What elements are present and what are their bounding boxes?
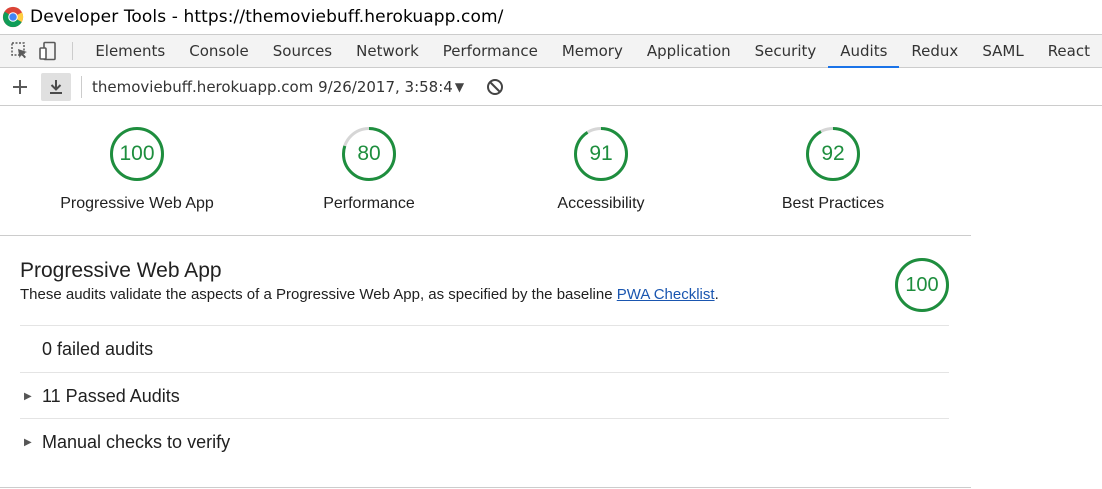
score-value: 100 (119, 142, 155, 165)
expand-triangle-icon: ▶ (24, 390, 32, 402)
window-title: Developer Tools - https://themoviebuff.h… (30, 7, 504, 27)
tab-application[interactable]: Application (635, 35, 743, 67)
tab-saml[interactable]: SAML (970, 35, 1035, 67)
inspect-cursor-icon (11, 42, 28, 59)
toolbar-divider (72, 42, 74, 60)
window-titlebar: Developer Tools - https://themoviebuff.h… (0, 0, 1102, 34)
score-label: Progressive Web App (60, 195, 214, 212)
toolbar-divider (81, 76, 82, 98)
devtools-tabstrip: Elements Console Sources Network Performance… (0, 34, 1102, 68)
audit-group-row: 0 failed audits (20, 325, 949, 372)
score-value: 92 (821, 142, 845, 165)
score-value: 91 (589, 142, 613, 165)
tab-elements[interactable]: Elements (83, 35, 177, 67)
category-title: Progressive Web App (20, 259, 222, 282)
tab-audits[interactable]: Audits (828, 35, 900, 68)
category-description-text: These audits validate the aspects of a P… (20, 286, 613, 303)
clear-reports-button[interactable] (486, 78, 504, 96)
audits-toolbar: themoviebuff.herokuapp.com 9/26/2017, 3:… (0, 69, 1102, 106)
tab-security[interactable]: Security (743, 35, 829, 67)
tab-list: Elements Console Sources Network Performance… (83, 35, 1102, 68)
category-progressive-web-app: Progressive Web App These audits validat… (0, 236, 971, 488)
inspect-element-button[interactable] (6, 35, 34, 67)
score-performance[interactable]: 80 Performance (253, 126, 485, 213)
new-audit-button[interactable] (5, 73, 35, 101)
audit-group-label: 0 failed audits (42, 338, 154, 359)
category-description-end: . (714, 286, 719, 303)
tab-console[interactable]: Console (177, 35, 261, 67)
tab-react[interactable]: React (1036, 35, 1102, 67)
download-icon (50, 80, 62, 94)
block-icon (487, 79, 504, 95)
tab-sources[interactable]: Sources (261, 35, 344, 67)
audit-group-label: Manual checks to verify (42, 431, 231, 452)
download-report-button[interactable] (41, 73, 71, 101)
score-label: Performance (323, 195, 415, 212)
score-best-practices[interactable]: 92 Best Practices (717, 126, 949, 213)
score-accessibility[interactable]: 91 Accessibility (485, 126, 717, 213)
report-selector-label: themoviebuff.herokuapp.com 9/26/2017, 3:… (92, 78, 453, 96)
score-gauge: 91 (573, 126, 629, 182)
score-label: Accessibility (557, 195, 645, 212)
score-summary: 100 Progressive Web App 80 Performance 91 Acc… (0, 106, 971, 236)
score-gauge: 92 (805, 126, 861, 182)
device-toolbar-button[interactable] (34, 35, 62, 67)
audit-group-label: 11 Passed Audits (42, 385, 180, 406)
pwa-checklist-link[interactable]: PWA Checklist (617, 286, 715, 303)
audit-group-row[interactable]: ▶ Manual checks to verify (20, 418, 949, 465)
tab-redux[interactable]: Redux (899, 35, 970, 67)
category-score-gauge: 100 (894, 257, 950, 313)
chrome-logo-icon (2, 6, 24, 28)
score-label: Best Practices (781, 195, 885, 212)
score-value: 80 (357, 142, 381, 165)
tab-memory[interactable]: Memory (550, 35, 635, 67)
expand-triangle-icon: ▶ (24, 436, 32, 448)
tab-performance[interactable]: Performance (431, 35, 550, 67)
score-gauge: 100 (109, 126, 165, 182)
score-progressive-web-app[interactable]: 100 Progressive Web App (21, 126, 253, 213)
report-selector[interactable]: themoviebuff.herokuapp.com 9/26/2017, 3:… (92, 78, 464, 96)
audit-group-row[interactable]: ▶ 11 Passed Audits (20, 372, 949, 419)
caret-down-icon: ▼ (454, 80, 465, 94)
tab-network[interactable]: Network (344, 35, 431, 67)
plus-icon (13, 80, 27, 94)
score-gauge: 80 (341, 126, 397, 182)
category-score-value: 100 (905, 273, 939, 296)
device-icon (39, 41, 57, 61)
category-description: These audits validate the aspects of a P… (20, 286, 719, 303)
